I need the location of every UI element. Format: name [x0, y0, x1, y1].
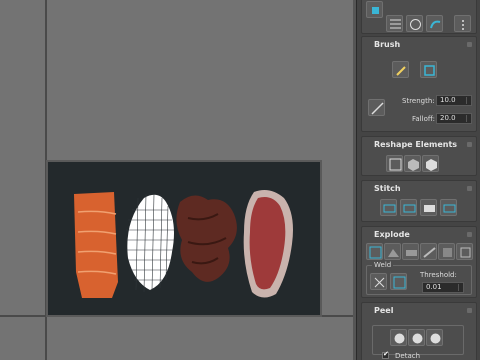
strength-field[interactable]: 10.0 [436, 95, 472, 106]
stitch-rollout: Stitch [361, 180, 477, 222]
stitch-header[interactable]: Stitch [362, 181, 476, 197]
rollout-pin-icon [467, 186, 472, 191]
quick-peel-button[interactable] [390, 329, 407, 346]
flatten-button[interactable] [422, 155, 439, 172]
brush-title: Brush [374, 40, 401, 49]
falloff-value: 20.0 [440, 114, 456, 122]
weld-selected-button[interactable] [370, 273, 387, 290]
salmon-piece [74, 192, 118, 298]
rollout-pin-icon [467, 232, 472, 237]
reshape-header[interactable]: Reshape Elements [362, 137, 476, 153]
lattice-icon[interactable] [406, 15, 423, 32]
peel-title: Peel [374, 306, 394, 315]
falloff-label: Falloff: [412, 115, 436, 123]
viewport[interactable] [0, 0, 356, 360]
threshold-spinner-icon[interactable] [458, 284, 462, 291]
explode-header[interactable]: Explode [362, 227, 476, 243]
texture-image [48, 162, 320, 315]
rotate-arrow-icon[interactable] [426, 15, 443, 32]
weld-all-button[interactable] [390, 273, 407, 290]
command-panel: Brush Strength: 10.0 Falloff: 20.0 Resha… [356, 0, 480, 360]
explode-angle-button[interactable] [420, 243, 437, 260]
brush-header[interactable]: Brush [362, 37, 476, 53]
relax-brush-button[interactable] [420, 61, 437, 78]
straighten-button[interactable] [386, 155, 403, 172]
peel-reset-button[interactable] [426, 329, 443, 346]
uv-editor-frame[interactable] [46, 160, 322, 317]
threshold-field[interactable]: 0.01 [422, 282, 464, 293]
app-window: Brush Strength: 10.0 Falloff: 20.0 Resha… [0, 0, 480, 360]
strength-spinner-icon[interactable] [466, 97, 470, 104]
rollout-pin-icon [467, 308, 472, 313]
threshold-value: 0.01 [426, 283, 442, 291]
explode-fold-button[interactable] [438, 243, 455, 260]
peel-rollout: Peel ✔ Detach [361, 302, 477, 360]
weld-label: Weld [372, 261, 394, 269]
align-dots-icon[interactable] [454, 15, 471, 32]
stitch-average-button[interactable] [420, 199, 437, 216]
select-tool-button[interactable] [366, 1, 383, 18]
strength-label: Strength: [402, 97, 435, 105]
peel-header[interactable]: Peel [362, 303, 476, 319]
falloff-field[interactable]: 20.0 [436, 113, 472, 124]
stitch-target-button[interactable] [400, 199, 417, 216]
rollout-pin-icon [467, 142, 472, 147]
stitch-title: Stitch [374, 184, 401, 193]
falloff-spinner-icon[interactable] [466, 115, 470, 122]
reshape-title: Reshape Elements [374, 140, 458, 149]
relax-button[interactable] [404, 155, 421, 172]
detach-label: Detach [395, 352, 421, 360]
rollout-pin-icon [467, 42, 472, 47]
paint-brush-button[interactable] [392, 61, 409, 78]
explode-more-button[interactable] [456, 243, 473, 260]
explode-title: Explode [374, 230, 410, 239]
stitch-source-button[interactable] [440, 199, 457, 216]
top-tools-rollout [361, 0, 477, 34]
strength-value: 10.0 [440, 96, 456, 104]
stitch-custom-button[interactable] [380, 199, 397, 216]
peel-mode-button[interactable] [408, 329, 425, 346]
brush-rollout: Brush Strength: 10.0 Falloff: 20.0 [361, 36, 477, 132]
explode-rollout: Explode Weld Threshold: 0.01 [361, 226, 477, 298]
reshape-rollout: Reshape Elements [361, 136, 477, 176]
explode-smoothing-button[interactable] [384, 243, 401, 260]
checkmark-icon: ✔ [383, 350, 389, 358]
threshold-label: Threshold: [420, 271, 457, 279]
explode-material-button[interactable] [402, 243, 419, 260]
grid-move-icon[interactable] [386, 15, 403, 32]
brush-stroke-icon[interactable] [368, 99, 385, 116]
break-button[interactable] [366, 243, 383, 260]
